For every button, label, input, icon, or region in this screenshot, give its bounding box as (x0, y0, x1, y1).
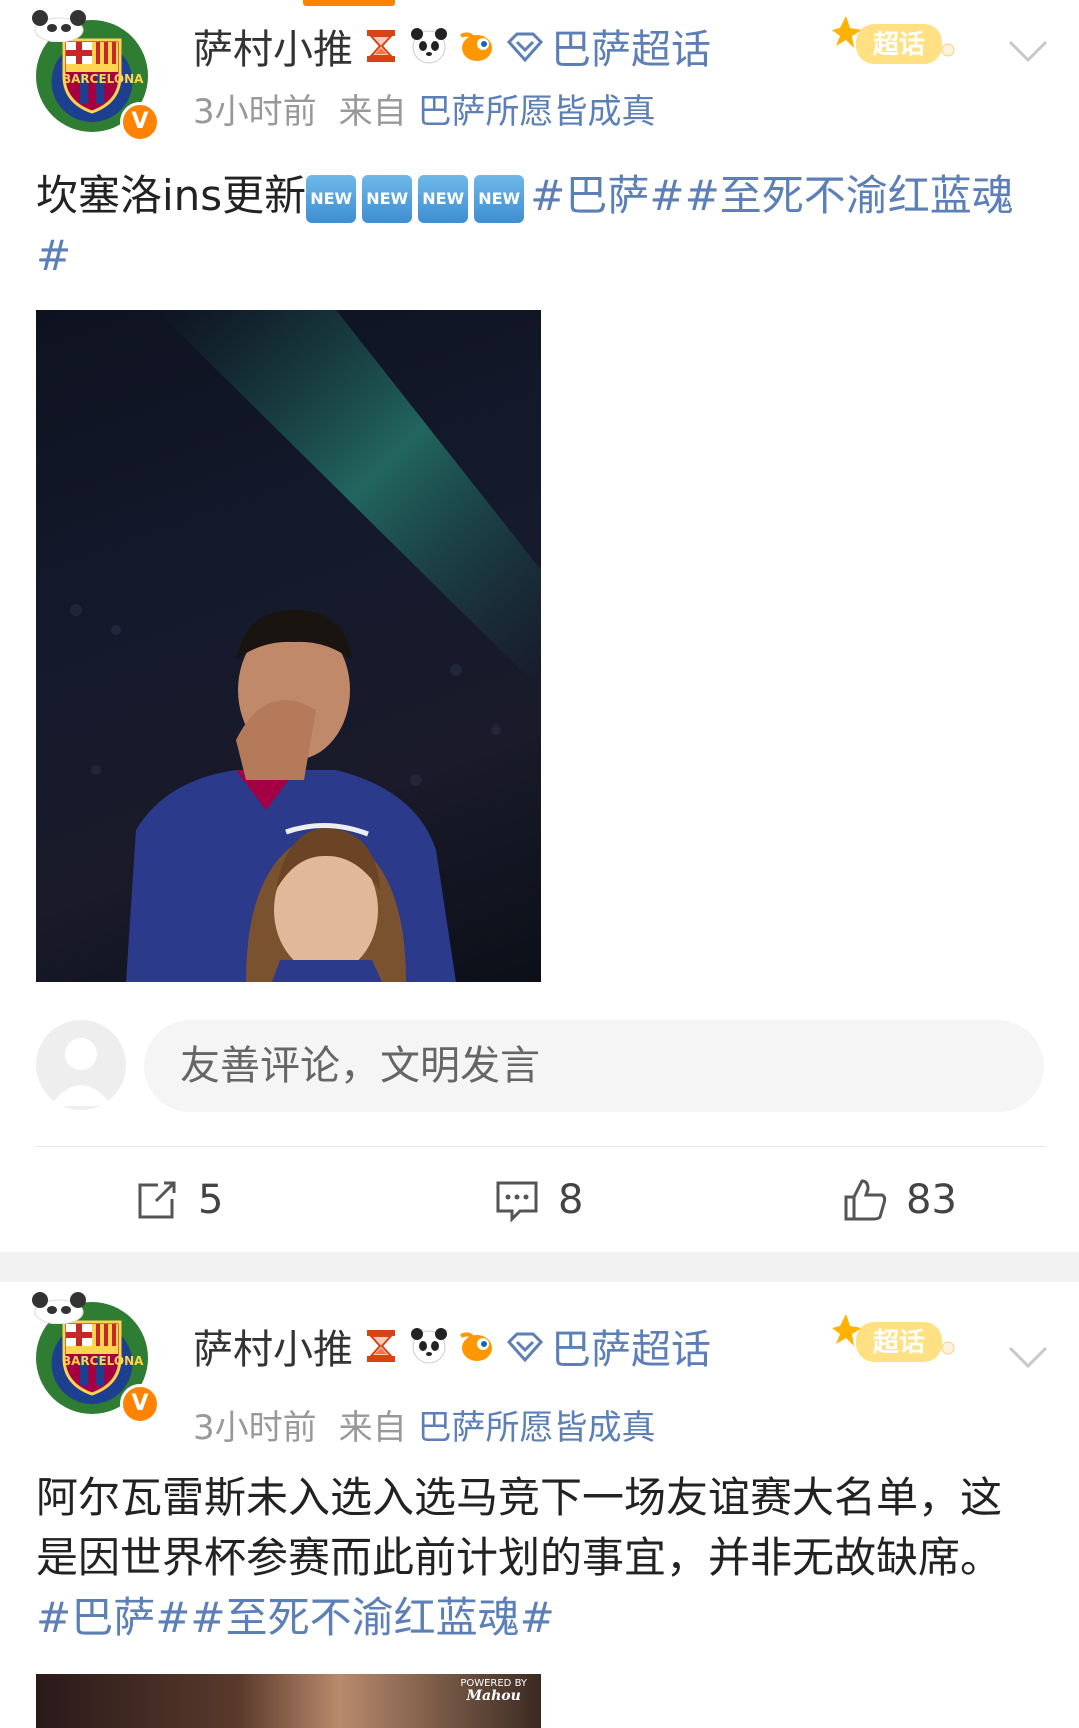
panda-ears-icon (32, 1292, 86, 1324)
chevron-down-icon[interactable] (1006, 1342, 1050, 1372)
user-avatar[interactable] (36, 1020, 126, 1110)
crest-label: BARCELONA (62, 1354, 144, 1368)
chaohua-badge-icon[interactable]: 超话 (832, 1312, 956, 1370)
name-row: 萨村小推 巴萨超话 (193, 1318, 711, 1374)
action-bar: 5 8 83 (0, 1170, 1079, 1230)
meta-row: 3小时前 来自 巴萨所愿皆成真 (193, 84, 655, 133)
weibo-post: BARCELONA V 萨村小推 巴萨超话 3小时前 来自 巴萨所愿皆成真 超话… (0, 1282, 1079, 1728)
super-topic-link[interactable]: 巴萨超话 (505, 1317, 711, 1375)
like-count: 83 (906, 1177, 957, 1223)
comment-input[interactable]: 友善评论，文明发言 (144, 1020, 1044, 1112)
meta-row: 3小时前 来自 巴萨所愿皆成真 (193, 1400, 655, 1449)
chaohua-badge-icon[interactable]: 超话 (832, 14, 956, 72)
diamond-icon (506, 32, 544, 63)
comment-row: 友善评论，文明发言 (36, 1020, 1046, 1112)
chaohua-badge-text: 超话 (873, 30, 925, 60)
panda-ears-icon (32, 10, 86, 42)
repost-button[interactable]: 5 (134, 1170, 223, 1230)
repost-icon (138, 1181, 176, 1219)
hashtag-link[interactable]: #巴萨# (36, 1593, 190, 1642)
new-badge: NEW (418, 174, 469, 223)
post-body: 坎塞洛ins更新 (36, 171, 307, 220)
diamond-icon (506, 1332, 544, 1363)
divider (36, 1146, 1046, 1147)
post-source[interactable]: 巴萨所愿皆成真 (417, 92, 655, 132)
username[interactable]: 萨村小推 (193, 17, 353, 75)
crest-label: BARCELONA (62, 72, 144, 86)
chaohua-badge-text: 超话 (873, 1328, 925, 1358)
comment-icon (496, 1181, 538, 1223)
photo-illustration (70, 310, 541, 982)
thumbs-up-icon (844, 1179, 887, 1221)
hourglass-icon (367, 1330, 395, 1362)
super-topic-label: 巴萨超话 (551, 27, 711, 73)
verified-badge: V (120, 102, 160, 142)
goldfish-icon (460, 32, 492, 61)
feed-divider (0, 1252, 1079, 1282)
post-photo[interactable]: POWERED BY Mahou (36, 1674, 541, 1728)
username[interactable]: 萨村小推 (193, 1317, 353, 1375)
hashtag-link[interactable]: #巴萨# (530, 171, 684, 220)
post-source[interactable]: 巴萨所愿皆成真 (417, 1408, 655, 1448)
panda-icon (411, 28, 447, 64)
post-photo[interactable] (36, 310, 541, 982)
hourglass-icon (367, 30, 395, 62)
avatar[interactable]: BARCELONA V (32, 1292, 160, 1424)
goldfish-icon (460, 1332, 492, 1361)
post-time: 3小时前 (193, 92, 317, 132)
new-badge: NEW (306, 174, 357, 223)
hashtag-link[interactable]: #至死不渝红蓝魂# (190, 1593, 554, 1642)
post-text: 阿尔瓦雷斯未入选入选马竞下一场友谊赛大名单，这是因世界杯参赛而此前计划的事宜，并… (36, 1468, 1026, 1648)
panda-icon (411, 1328, 447, 1364)
new-badge: NEW (474, 174, 525, 223)
repost-count: 5 (198, 1177, 224, 1223)
comment-count: 8 (558, 1177, 584, 1223)
post-text: 坎塞洛ins更新 NEW NEW NEW NEW #巴萨##至死不渝红蓝魂# (36, 166, 1036, 286)
sponsor-logo: POWERED BY Mahou (460, 1678, 527, 1704)
weibo-post: BARCELONA V 萨村小推 巴萨超话 3小时前 来自 巴萨所愿皆成真 超话… (0, 0, 1079, 1252)
post-body: 阿尔瓦雷斯未入选入选马竞下一场友谊赛大名单，这是因世界杯参赛而此前计划的事宜，并… (36, 1473, 1003, 1582)
super-topic-link[interactable]: 巴萨超话 (505, 17, 711, 75)
post-time: 3小时前 (193, 1408, 317, 1448)
sponsor-brand: Mahou (466, 1688, 521, 1704)
verified-badge: V (120, 1384, 160, 1424)
super-topic-label: 巴萨超话 (551, 1327, 711, 1373)
source-prefix: 来自 (338, 92, 407, 132)
chevron-down-icon[interactable] (1006, 36, 1050, 66)
avatar[interactable]: BARCELONA V (32, 10, 160, 142)
comment-button[interactable]: 8 (494, 1170, 583, 1230)
default-avatar-icon (50, 1038, 112, 1106)
name-row: 萨村小推 巴萨超话 (193, 18, 711, 74)
new-badge: NEW (362, 174, 413, 223)
like-button[interactable]: 83 (842, 1170, 957, 1230)
source-prefix: 来自 (338, 1408, 407, 1448)
